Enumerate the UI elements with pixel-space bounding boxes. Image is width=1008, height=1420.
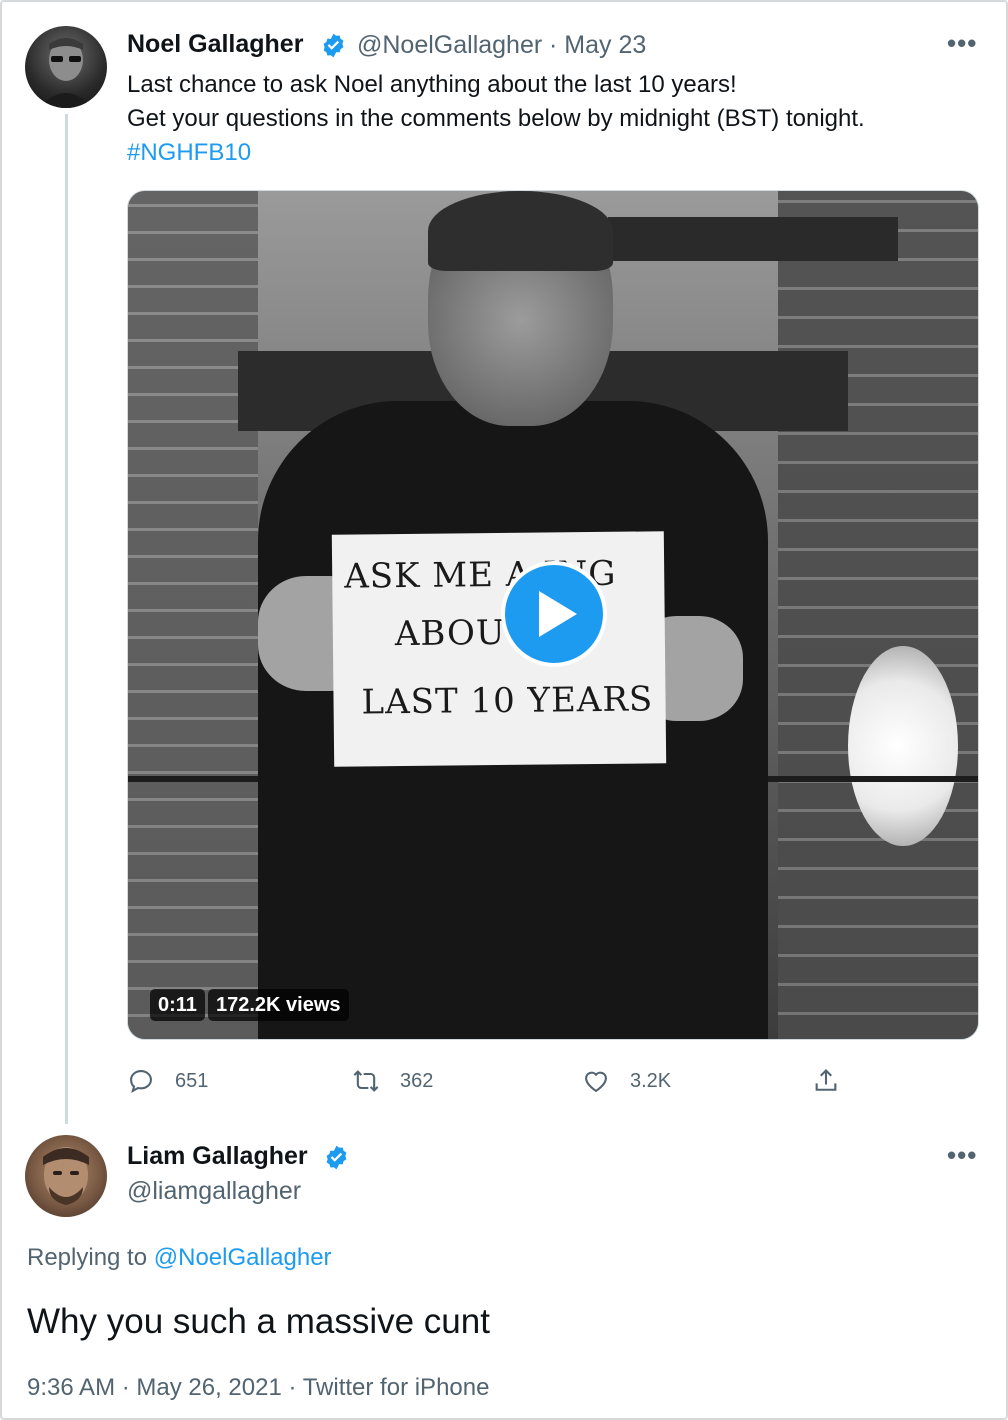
- author-handle[interactable]: @NoelGallagher: [357, 31, 542, 60]
- share-button[interactable]: [812, 1064, 860, 1098]
- wall-lamp: [848, 646, 958, 846]
- like-count: 3.2K: [630, 1069, 672, 1092]
- video-views-badge: 172.2K views: [208, 989, 349, 1021]
- replying-to: Replying to @NoelGallagher: [27, 1244, 332, 1272]
- share-icon: [815, 1069, 837, 1091]
- more-icon[interactable]: •••: [947, 1140, 977, 1171]
- reply-body: Why you such a massive cunt: [27, 1302, 490, 1341]
- tweet-card: Noel Gallagher @NoelGallagher · May 23 •…: [0, 0, 1008, 1420]
- video-player[interactable]: ASK ME A ING ABOU LAST 10 YEARS 0:11 172…: [127, 190, 979, 1040]
- avatar-liam-gallagher[interactable]: [25, 1135, 107, 1217]
- replying-prefix: Replying to: [27, 1244, 154, 1271]
- sign-text: ABOU: [394, 612, 506, 655]
- reply-count: 651: [175, 1069, 209, 1092]
- video-duration-badge: 0:11: [150, 989, 205, 1021]
- tweet-text-line: Get your questions in the comments below…: [127, 105, 865, 132]
- handwritten-sign: ASK ME A ING ABOU LAST 10 YEARS: [331, 531, 667, 767]
- person-hair: [428, 191, 613, 271]
- author-handle[interactable]: @liamgallagher: [127, 1177, 301, 1206]
- like-button[interactable]: 3.2K: [582, 1064, 671, 1098]
- brick-wall-right: [778, 191, 978, 1039]
- hashtag-link[interactable]: #NGHFB10: [127, 136, 865, 170]
- tweet-body: Last chance to ask Noel anything about t…: [127, 68, 865, 170]
- thread-connector-line: [65, 114, 68, 1124]
- brick-wall-left: [128, 191, 258, 1039]
- steel-beam: [608, 217, 898, 261]
- tweet-text-line: Last chance to ask Noel anything about t…: [127, 71, 737, 98]
- verified-badge-icon: [323, 33, 344, 58]
- author-name[interactable]: Noel Gallagher: [127, 30, 303, 59]
- verified-badge-icon: [326, 1145, 347, 1170]
- play-button[interactable]: [501, 561, 607, 667]
- retweet-icon: [353, 1070, 379, 1092]
- more-icon[interactable]: •••: [947, 28, 977, 59]
- sign-text: LAST 10 YEARS: [361, 679, 654, 723]
- play-icon: [539, 591, 577, 637]
- mention-link[interactable]: @NoelGallagher: [154, 1244, 332, 1271]
- avatar-noel-gallagher[interactable]: [25, 26, 107, 108]
- retweet-count: 362: [400, 1069, 434, 1092]
- reply-button[interactable]: 651: [127, 1064, 208, 1098]
- like-icon: [585, 1071, 607, 1093]
- reply-icon: [130, 1070, 152, 1094]
- reply-timestamp[interactable]: 9:36 AM · May 26, 2021 · Twitter for iPh…: [27, 1374, 489, 1402]
- tweet-date[interactable]: · May 23: [549, 31, 646, 60]
- retweet-button[interactable]: 362: [352, 1064, 433, 1098]
- author-name[interactable]: Liam Gallagher: [127, 1142, 308, 1171]
